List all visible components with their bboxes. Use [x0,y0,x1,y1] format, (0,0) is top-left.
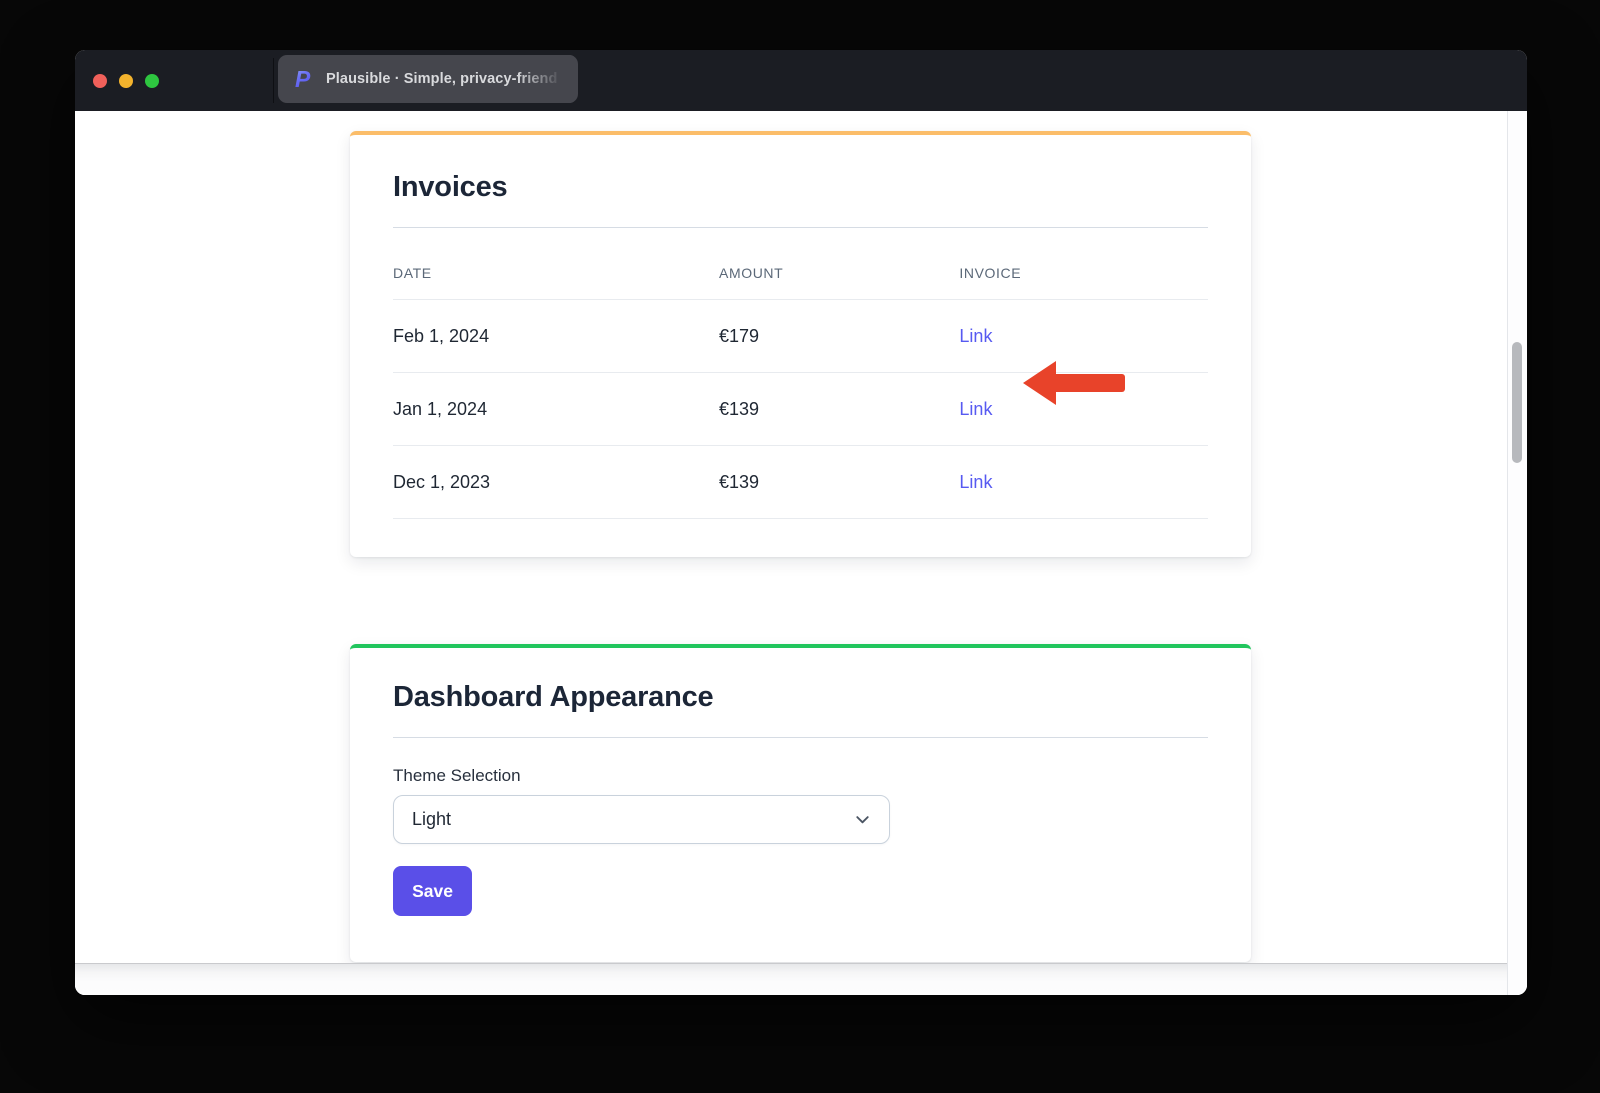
save-button[interactable]: Save [393,866,472,916]
title-divider [393,737,1208,738]
invoice-link[interactable]: Link [959,326,992,346]
scrollbar-track[interactable] [1507,111,1527,995]
invoice-date: Feb 1, 2024 [393,326,719,347]
header-invoice: INVOICE [959,265,1208,281]
page-bottom-strip [75,963,1507,995]
appearance-title: Dashboard Appearance [393,681,1208,714]
table-row: Jan 1, 2024 €139 Link [393,373,1208,446]
theme-selection-label: Theme Selection [393,765,1208,787]
invoice-date: Jan 1, 2024 [393,399,719,420]
theme-select[interactable]: Light [393,795,890,844]
traffic-lights [93,74,159,88]
invoices-card: Invoices DATE AMOUNT INVOICE Feb 1, 2024… [350,131,1251,557]
page-content: Invoices DATE AMOUNT INVOICE Feb 1, 2024… [75,111,1527,995]
close-window-button[interactable] [93,74,107,88]
table-row: Feb 1, 2024 €179 Link [393,300,1208,373]
invoice-link[interactable]: Link [959,399,992,419]
invoice-amount: €179 [719,326,959,347]
browser-tab[interactable]: P Plausible · Simple, privacy-friend [278,55,578,103]
invoice-link[interactable]: Link [959,472,992,492]
invoice-amount: €139 [719,399,959,420]
tab-separator [273,58,274,103]
tab-title: Plausible · Simple, privacy-friend [326,71,557,87]
invoice-date: Dec 1, 2023 [393,472,719,493]
desktop-background: { "browser": { "tab_title": "Plausible ·… [0,0,1600,1093]
header-amount: AMOUNT [719,265,959,281]
minimize-window-button[interactable] [119,74,133,88]
header-date: DATE [393,265,719,281]
svg-text:P: P [295,67,311,92]
chevron-down-icon [853,810,872,829]
invoices-title: Invoices [393,171,1208,204]
zoom-window-button[interactable] [145,74,159,88]
invoice-amount: €139 [719,472,959,493]
plausible-logo-icon: P [294,67,315,92]
theme-select-value: Light [412,809,451,830]
browser-titlebar: P Plausible · Simple, privacy-friend [75,50,1527,111]
table-row: Dec 1, 2023 €139 Link [393,446,1208,519]
scrollbar-thumb[interactable] [1512,342,1522,463]
dashboard-appearance-card: Dashboard Appearance Theme Selection Lig… [350,644,1251,962]
invoices-table-header: DATE AMOUNT INVOICE [393,228,1208,300]
browser-window: P Plausible · Simple, privacy-friend Inv… [75,50,1527,995]
